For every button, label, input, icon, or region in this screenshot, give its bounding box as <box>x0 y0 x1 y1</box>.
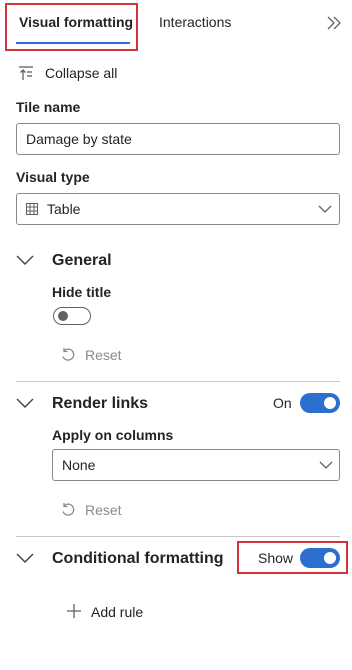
conditional-formatting-toggle[interactable] <box>300 548 340 568</box>
visual-type-select[interactable]: Table <box>16 193 340 225</box>
collapse-all-icon <box>18 65 34 81</box>
render-links-title: Render links <box>52 395 149 412</box>
add-rule-button[interactable]: Add rule <box>66 602 156 622</box>
section-divider <box>16 381 340 382</box>
plus-icon <box>66 603 82 619</box>
general-reset-button[interactable]: Reset <box>60 345 130 365</box>
visual-type-label: Visual type <box>16 169 90 185</box>
section-divider <box>16 536 340 537</box>
render-links-reset-label: Reset <box>85 502 122 518</box>
add-rule-label: Add rule <box>91 604 144 620</box>
general-title: General <box>52 252 112 269</box>
general-section-header[interactable]: General <box>16 250 340 274</box>
render-links-section-header[interactable]: Render links <box>16 393 256 417</box>
chevron-down-icon <box>16 254 34 266</box>
chevron-down-icon <box>16 397 34 409</box>
chevron-down-icon <box>16 552 34 564</box>
reset-icon <box>60 347 76 363</box>
tab-interactions[interactable]: Interactions <box>159 14 231 30</box>
conditional-formatting-title: Conditional formatting <box>52 550 224 567</box>
render-links-state-label: On <box>273 395 292 411</box>
tile-name-label: Tile name <box>16 99 81 115</box>
active-tab-underline <box>16 42 130 44</box>
table-icon <box>26 203 38 215</box>
chevron-down-icon <box>318 203 332 215</box>
collapse-all-button[interactable]: Collapse all <box>18 63 128 83</box>
conditional-formatting-section-header[interactable]: Conditional formatting <box>16 547 231 571</box>
render-links-reset-button[interactable]: Reset <box>60 500 130 520</box>
expand-pane-icon[interactable] <box>326 15 342 31</box>
render-links-toggle[interactable] <box>300 393 340 413</box>
tab-visual-formatting[interactable]: Visual formatting <box>19 14 133 30</box>
collapse-all-label: Collapse all <box>45 65 118 81</box>
hide-title-toggle[interactable] <box>53 307 91 325</box>
visual-type-value: Table <box>47 201 81 217</box>
apply-on-columns-label: Apply on columns <box>52 427 174 443</box>
hide-title-label: Hide title <box>52 284 112 300</box>
general-reset-label: Reset <box>85 347 122 363</box>
conditional-formatting-state-label: Show <box>258 550 294 566</box>
tile-name-input[interactable]: Damage by state <box>16 123 340 155</box>
apply-on-columns-select[interactable]: None <box>52 449 340 481</box>
chevron-down-icon <box>319 459 333 471</box>
apply-on-columns-value: None <box>62 457 96 473</box>
reset-icon <box>60 502 76 518</box>
